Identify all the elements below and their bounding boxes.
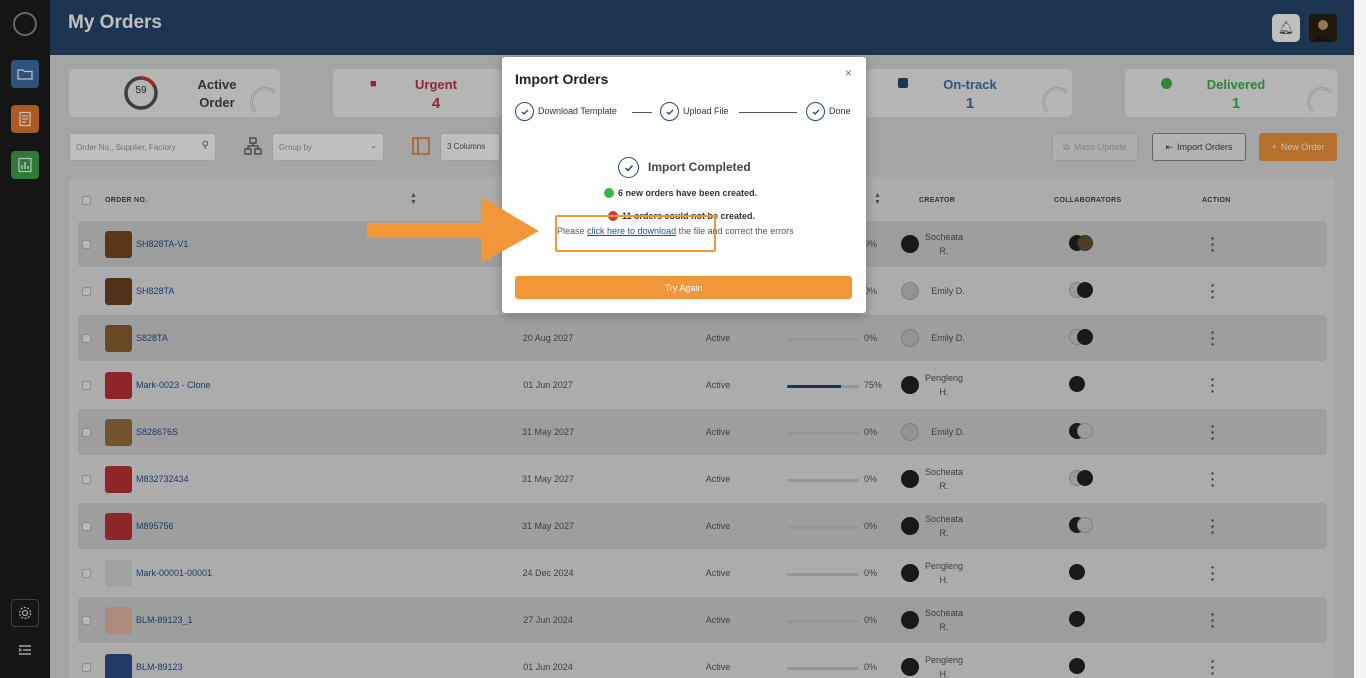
step-check-icon (660, 102, 679, 121)
modal-title: Import Orders (515, 71, 609, 87)
close-icon[interactable]: × (845, 66, 852, 80)
try-again-button[interactable]: Try Again (515, 276, 852, 299)
success-text: 6 new orders have been created. (618, 188, 758, 198)
step-check-icon (806, 102, 825, 121)
import-completed-title: Import Completed (648, 160, 751, 174)
step-done: Done (829, 106, 851, 116)
annotation-highlight-box (555, 215, 716, 252)
step-connector (632, 112, 652, 113)
success-message: 6 new orders have been created. (604, 188, 757, 198)
step-upload-file: Upload File (683, 106, 729, 116)
check-circle-icon (618, 157, 639, 178)
step-connector (739, 112, 797, 113)
step-download-template: Download Template (538, 106, 617, 116)
step-check-icon (515, 102, 534, 121)
page-scrollbar[interactable] (1354, 0, 1366, 678)
success-check-icon (604, 188, 614, 198)
import-orders-modal: Import Orders × Download Template Upload… (502, 57, 866, 313)
annotation-arrow (367, 197, 539, 263)
